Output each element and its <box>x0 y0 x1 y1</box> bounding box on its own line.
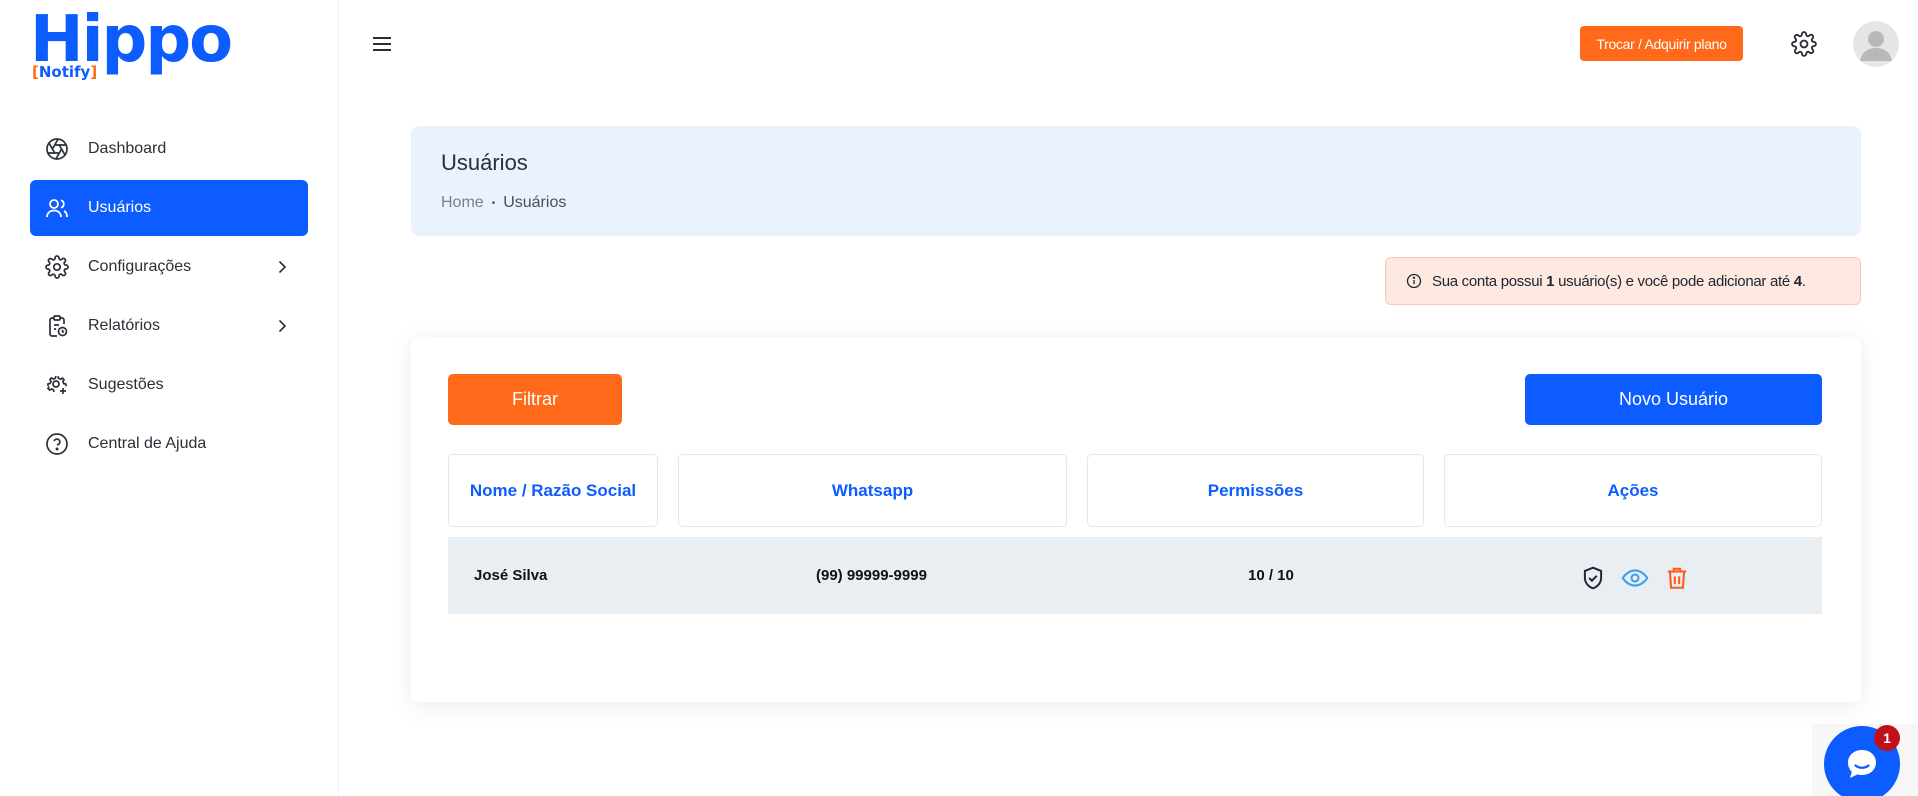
chevron-right-icon <box>272 316 292 336</box>
breadcrumb: Home • Usuários <box>441 194 566 212</box>
sidebar-item-sugestoes[interactable]: Sugestões <box>30 357 308 413</box>
page-header: Usuários Home • Usuários <box>411 126 1861 236</box>
logo-subtext: [Notify] <box>32 63 98 81</box>
view-eye-icon[interactable] <box>1621 564 1649 592</box>
page-title: Usuários <box>441 150 528 175</box>
aperture-icon <box>44 136 70 162</box>
cell-name: José Silva <box>474 567 548 584</box>
breadcrumb-separator: • <box>491 197 496 209</box>
sidebar-item-label: Central de Ajuda <box>88 435 207 452</box>
info-icon <box>1406 273 1422 289</box>
sidebar-item-usuarios[interactable]: Usuários <box>30 180 308 236</box>
sidebar: Hippo [Notify] Dashboard Usuários Config… <box>0 0 339 796</box>
delete-trash-icon[interactable] <box>1663 564 1691 592</box>
breadcrumb-home[interactable]: Home <box>441 194 484 212</box>
users-card: Filtrar Novo Usuário Nome / Razão Social… <box>411 337 1861 702</box>
user-limit-alert: Sua conta possui 1 usuário(s) e você pod… <box>1385 257 1861 305</box>
column-header-permissions[interactable]: Permissões <box>1087 454 1424 527</box>
users-icon <box>44 195 70 221</box>
gear-plus-icon <box>44 372 70 398</box>
sidebar-item-central-de-ajuda[interactable]: Central de Ajuda <box>30 416 308 472</box>
change-plan-button[interactable]: Trocar / Adquirir plano <box>1580 26 1743 61</box>
alert-text: Sua conta possui 1 usuário(s) e você pod… <box>1432 272 1806 290</box>
chat-notification-badge: 1 <box>1874 725 1900 751</box>
user-avatar[interactable] <box>1853 21 1899 67</box>
sidebar-item-label: Dashboard <box>88 140 167 157</box>
permissions-shield-icon[interactable] <box>1579 564 1607 592</box>
sidebar-item-dashboard[interactable]: Dashboard <box>30 121 308 177</box>
column-header-whatsapp[interactable]: Whatsapp <box>678 454 1067 527</box>
sidebar-nav: Dashboard Usuários Configurações Relatór… <box>30 121 308 475</box>
sidebar-item-label: Configurações <box>88 258 192 275</box>
breadcrumb-current: Usuários <box>503 194 567 211</box>
sidebar-item-label: Relatórios <box>88 317 161 334</box>
sidebar-item-relatorios[interactable]: Relatórios <box>30 298 308 354</box>
sidebar-item-label: Sugestões <box>88 376 164 393</box>
column-header-name[interactable]: Nome / Razão Social <box>448 454 658 527</box>
row-actions <box>1579 564 1691 592</box>
sidebar-item-configuracoes[interactable]: Configurações <box>30 239 308 295</box>
sidebar-item-label: Usuários <box>88 199 152 216</box>
chevron-right-icon <box>272 257 292 277</box>
settings-gear-icon[interactable] <box>1791 31 1817 57</box>
help-circle-icon <box>44 431 70 457</box>
new-user-button[interactable]: Novo Usuário <box>1525 374 1822 425</box>
hippo-notify-logo[interactable]: Hippo [Notify] <box>30 8 233 88</box>
cell-whatsapp: (99) 99999-9999 <box>816 567 927 584</box>
gear-icon <box>44 254 70 280</box>
filter-button[interactable]: Filtrar <box>448 374 622 425</box>
table-row: José Silva (99) 99999-9999 10 / 10 <box>448 537 1822 614</box>
menu-toggle-icon[interactable] <box>370 33 394 55</box>
column-header-actions: Ações <box>1444 454 1822 527</box>
chat-bubble-icon <box>1848 750 1876 778</box>
clipboard-clock-icon <box>44 313 70 339</box>
cell-permissions: 10 / 10 <box>1248 567 1294 584</box>
